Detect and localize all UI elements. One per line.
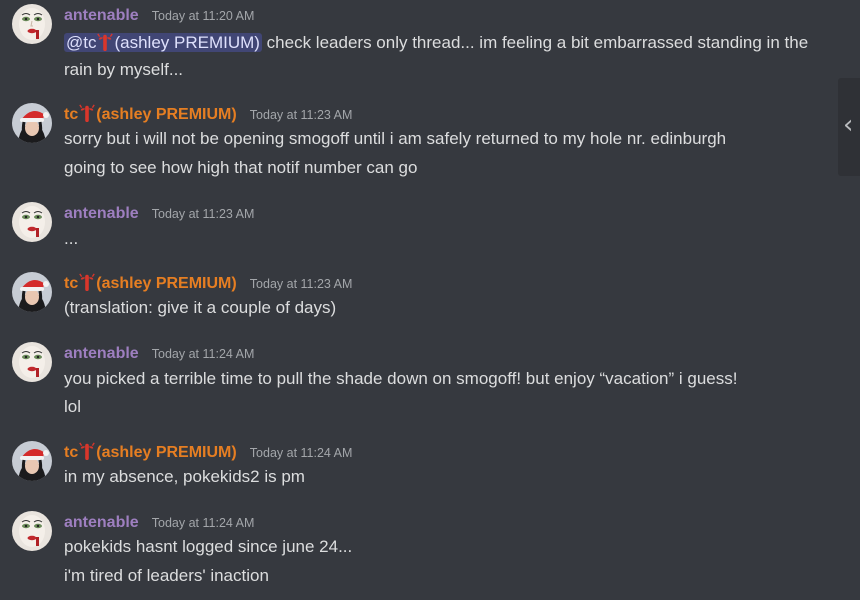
username-prefix: tc xyxy=(64,275,79,292)
message-content: in my absence, pokekids2 is pm xyxy=(64,467,305,486)
clown-face-icon xyxy=(12,342,52,382)
timestamp: Today at 11:20 AM xyxy=(151,9,255,23)
username[interactable]: tc (ashley PREMIUM) xyxy=(64,104,237,123)
message-content: going to see how high that notif number … xyxy=(64,158,418,177)
clown-face-icon xyxy=(12,511,52,551)
message-header: antenable Today at 11:23 AM xyxy=(64,202,254,224)
chevron-left-icon: ‹ xyxy=(843,110,854,140)
message-header: antenable Today at 11:20 AM xyxy=(64,4,254,26)
lobster-icon xyxy=(97,33,114,51)
message-header: tc (ashley PREMIUM) Today at 11:23 AM xyxy=(64,272,352,294)
user-mention[interactable]: @tc (ashley PREMIUM) xyxy=(64,33,262,52)
message-content: rain by myself... xyxy=(64,60,184,79)
avatar-antenable[interactable] xyxy=(12,511,52,551)
message-content: (translation: give it a couple of days) xyxy=(64,298,337,317)
username-suffix: (ashley PREMIUM) xyxy=(96,444,237,461)
avatar-antenable[interactable] xyxy=(12,202,52,242)
message-content: sorry but i will not be opening smogoff … xyxy=(64,129,727,148)
clown-face-icon xyxy=(12,4,52,44)
message-header: tc (ashley PREMIUM) Today at 11:23 AM xyxy=(64,103,352,125)
username[interactable]: tc (ashley PREMIUM) xyxy=(64,273,237,292)
lobster-icon xyxy=(79,273,95,291)
message-text: check leaders only thread... im feeling … xyxy=(261,33,809,52)
message-content: ... xyxy=(64,229,79,248)
message-content: i'm tired of leaders' inaction xyxy=(64,566,269,585)
username[interactable]: tc (ashley PREMIUM) xyxy=(64,442,237,461)
avatar-antenable[interactable] xyxy=(12,342,52,382)
username-suffix: (ashley PREMIUM) xyxy=(96,275,237,292)
timestamp: Today at 11:23 AM xyxy=(151,207,255,221)
username-prefix: tc xyxy=(64,444,79,461)
username[interactable]: antenable xyxy=(64,345,139,362)
username[interactable]: antenable xyxy=(64,205,139,222)
message-content: you picked a terrible time to pull the s… xyxy=(64,369,738,388)
message-header: tc (ashley PREMIUM) Today at 11:24 AM xyxy=(64,441,352,463)
username[interactable]: antenable xyxy=(64,514,139,531)
username[interactable]: antenable xyxy=(64,7,139,24)
timestamp: Today at 11:24 AM xyxy=(249,446,353,460)
timestamp: Today at 11:23 AM xyxy=(249,108,353,122)
chat-message-list: antenable Today at 11:20 AM @tc (ashley P… xyxy=(0,0,860,600)
timestamp: Today at 11:24 AM xyxy=(151,347,255,361)
mention-name-suffix: (ashley PREMIUM) xyxy=(114,33,260,52)
santa-hat-icon xyxy=(12,103,52,143)
avatar-tc[interactable] xyxy=(12,441,52,481)
lobster-icon xyxy=(79,104,95,122)
avatar-tc[interactable] xyxy=(12,103,52,143)
timestamp: Today at 11:24 AM xyxy=(151,516,255,530)
avatar-tc[interactable] xyxy=(12,272,52,312)
avatar-antenable[interactable] xyxy=(12,4,52,44)
message-header: antenable Today at 11:24 AM xyxy=(64,511,254,533)
username-suffix: (ashley PREMIUM) xyxy=(96,106,237,123)
santa-hat-icon xyxy=(12,272,52,312)
message-content: pokekids hasnt logged since june 24... xyxy=(64,537,353,556)
lobster-icon xyxy=(79,442,95,460)
message-content: lol xyxy=(64,397,82,416)
mention-name-prefix: @tc xyxy=(66,33,97,52)
message-content: @tc (ashley PREMIUM) check leaders only t… xyxy=(64,30,844,56)
clown-face-icon xyxy=(12,202,52,242)
message-header: antenable Today at 11:24 AM xyxy=(64,342,254,364)
santa-hat-icon xyxy=(12,441,52,481)
side-panel-toggle[interactable]: ‹ xyxy=(838,78,860,176)
timestamp: Today at 11:23 AM xyxy=(249,277,353,291)
username-prefix: tc xyxy=(64,106,79,123)
